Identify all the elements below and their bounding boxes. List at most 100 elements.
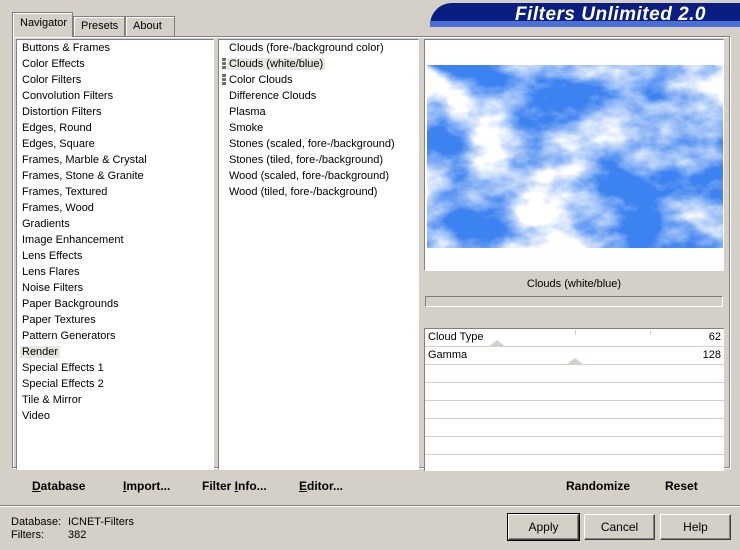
category-item[interactable]: Edges, Round (17, 120, 213, 136)
control-empty (425, 383, 724, 401)
category-label: Pattern Generators (22, 330, 116, 342)
category-label: Edges, Round (22, 122, 92, 134)
filter-label: Clouds (white/blue) (227, 58, 326, 70)
category-item[interactable]: Edges, Square (17, 136, 213, 152)
category-label: Frames, Wood (22, 202, 94, 214)
tab-about[interactable]: About (125, 16, 175, 36)
category-label: Color Effects (22, 58, 85, 70)
category-item[interactable]: Lens Effects (17, 248, 213, 264)
randomize-button[interactable]: Randomize (566, 479, 630, 493)
gamma-slider[interactable] (425, 355, 723, 365)
category-label: Distortion Filters (22, 106, 102, 118)
apply-button[interactable]: Apply (507, 513, 580, 541)
tab-presets[interactable]: Presets (73, 16, 125, 36)
category-label: Lens Effects (22, 250, 83, 262)
category-item[interactable]: Image Enhancement (17, 232, 213, 248)
filter-item[interactable]: Stones (scaled, fore-/background) (219, 136, 418, 152)
filter-list[interactable]: Clouds (fore-/background color) Clouds (w… (218, 39, 419, 470)
divider (0, 505, 740, 507)
control-empty (425, 437, 724, 455)
category-label: Color Filters (22, 74, 82, 86)
category-item[interactable]: Special Effects 2 (17, 376, 213, 392)
category-label: Special Effects 2 (22, 378, 104, 390)
slider-thumb[interactable] (565, 358, 584, 365)
database-label: Database: (11, 516, 62, 528)
category-label: Edges, Square (22, 138, 95, 150)
category-item[interactable]: Paper Backgrounds (17, 296, 213, 312)
filters-count: 382 (68, 529, 87, 541)
category-label: Lens Flares (22, 266, 80, 278)
help-button[interactable]: Help (660, 514, 731, 540)
category-item[interactable]: Noise Filters (17, 280, 213, 296)
tab-navigator[interactable]: Navigator (12, 12, 73, 37)
filter-item[interactable]: Clouds (white/blue) (219, 56, 418, 72)
progress-bar (425, 296, 723, 307)
filter-label: Stones (tiled, fore-/background) (229, 154, 384, 166)
slider-thumb[interactable] (488, 340, 507, 347)
control-gamma: Gamma 128 (425, 347, 724, 365)
import-button[interactable]: Import... (123, 479, 170, 493)
category-item[interactable]: Distortion Filters (17, 104, 213, 120)
category-item[interactable]: Frames, Wood (17, 200, 213, 216)
filter-label: Color Clouds (229, 74, 293, 86)
filter-label: Wood (tiled, fore-/background) (229, 186, 378, 198)
cancel-button[interactable]: Cancel (584, 514, 655, 540)
category-item[interactable]: Frames, Marble & Crystal (17, 152, 213, 168)
reset-button[interactable]: Reset (665, 479, 698, 493)
control-empty (425, 455, 724, 473)
category-label: Paper Backgrounds (22, 298, 119, 310)
category-list[interactable]: Buttons & Frames Color Effects Color Filte… (16, 39, 214, 470)
category-item[interactable]: Lens Flares (17, 264, 213, 280)
drag-handle-icon (222, 58, 226, 70)
category-item[interactable]: Video (17, 408, 213, 424)
drag-handle-icon (222, 74, 226, 86)
filter-info-button[interactable]: Filter Info... (202, 479, 267, 493)
control-empty (425, 365, 724, 383)
category-item[interactable]: Render (17, 344, 213, 360)
category-label: Frames, Marble & Crystal (22, 154, 147, 166)
category-item[interactable]: Paper Textures (17, 312, 213, 328)
filter-item[interactable]: Clouds (fore-/background color) (219, 40, 418, 56)
editor-button[interactable]: Editor... (299, 479, 343, 493)
control-cloud-type: Cloud Type 62 (425, 329, 724, 347)
filter-item[interactable]: Color Clouds (219, 72, 418, 88)
category-item[interactable]: Pattern Generators (17, 328, 213, 344)
category-item[interactable]: Frames, Textured (17, 184, 213, 200)
category-label: Image Enhancement (22, 234, 124, 246)
category-item[interactable]: Gradients (17, 216, 213, 232)
database-button[interactable]: Database (32, 479, 85, 493)
category-label: Paper Textures (22, 314, 96, 326)
category-item[interactable]: Buttons & Frames (17, 40, 213, 56)
filters-label: Filters: (11, 529, 44, 541)
category-label: Buttons & Frames (22, 42, 111, 54)
filter-item[interactable]: Stones (tiled, fore-/background) (219, 152, 418, 168)
database-info: Database: ICNET-Filters Filters: 382 (11, 516, 134, 542)
filter-item[interactable]: Wood (scaled, fore-/background) (219, 168, 418, 184)
category-item[interactable]: Convolution Filters (17, 88, 213, 104)
control-empty (425, 419, 724, 437)
control-empty (425, 401, 724, 419)
category-item[interactable]: Color Filters (17, 72, 213, 88)
category-label: Special Effects 1 (22, 362, 104, 374)
filter-label: Wood (scaled, fore-/background) (229, 170, 389, 182)
category-label: Frames, Stone & Granite (22, 170, 144, 182)
filter-item[interactable]: Wood (tiled, fore-/background) (219, 184, 418, 200)
category-item[interactable]: Frames, Stone & Granite (17, 168, 213, 184)
category-label: Frames, Textured (22, 186, 108, 198)
filter-label: Stones (scaled, fore-/background) (229, 138, 395, 150)
category-item[interactable]: Color Effects (17, 56, 213, 72)
cloud-type-slider[interactable] (425, 330, 723, 347)
category-label: Gradients (22, 218, 70, 230)
category-label: Noise Filters (22, 282, 84, 294)
preview-frame (424, 39, 724, 271)
header-banner: Filters Unlimited 2.0 (430, 3, 740, 27)
category-item[interactable]: Tile & Mirror (17, 392, 213, 408)
category-label: Tile & Mirror (22, 394, 82, 406)
filter-label: Clouds (fore-/background color) (229, 42, 384, 54)
parameter-controls: Cloud Type 62 Gamma 128 (424, 328, 724, 473)
filter-item[interactable]: Smoke (219, 120, 418, 136)
category-item[interactable]: Special Effects 1 (17, 360, 213, 376)
preview-image (427, 65, 723, 248)
filter-item[interactable]: Difference Clouds (219, 88, 418, 104)
filter-item[interactable]: Plasma (219, 104, 418, 120)
